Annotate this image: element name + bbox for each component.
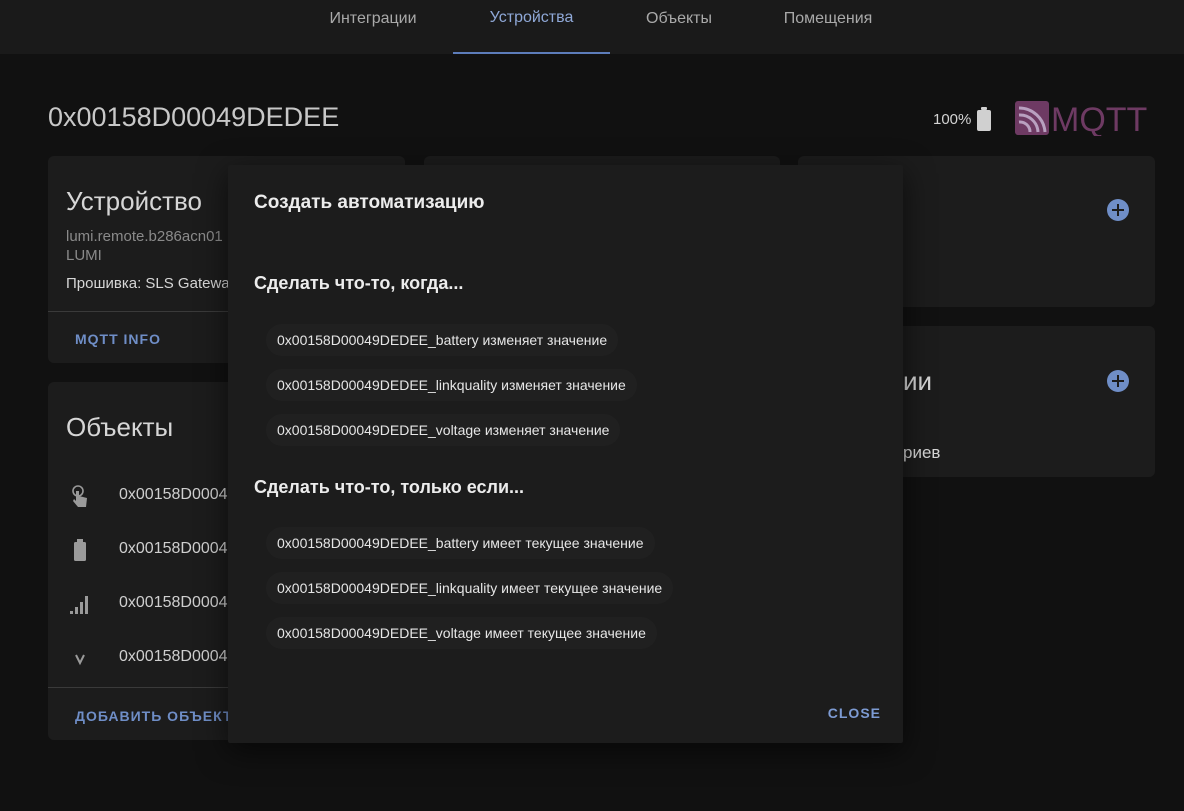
trigger-option-battery[interactable]: 0x00158D00049DEDEE_battery изменяет знач…: [266, 324, 619, 356]
tab-areas[interactable]: Помещения: [766, 0, 890, 54]
dialog-title: Создать автоматизацию: [254, 192, 485, 213]
entity-row-text[interactable]: 0x00158D0004: [119, 648, 228, 666]
trigger-section-title: Сделать что-то, когда...: [254, 273, 464, 293]
trigger-option-linkquality[interactable]: 0x00158D00049DEDEE_linkquality изменяет …: [266, 369, 637, 401]
scripts-card-title: ии: [903, 366, 933, 396]
condition-option-battery[interactable]: 0x00158D00049DEDEE_battery имеет текущее…: [266, 527, 655, 559]
signal-icon: [70, 596, 88, 614]
tab-entities[interactable]: Объекты: [628, 0, 730, 54]
add-entities-button[interactable]: ДОБАВИТЬ ОБЪЕКТЫ: [75, 708, 247, 724]
tab-integrations[interactable]: Интеграции: [312, 0, 434, 54]
active-tab-indicator: [453, 52, 610, 54]
entities-card-title: Объекты: [66, 412, 174, 442]
gesture-tap-icon: [72, 485, 87, 507]
chevron-down-icon: [75, 654, 85, 666]
device-firmware: Прошивка: SLS Gatewa: [66, 275, 230, 292]
entity-row-text[interactable]: 0x00158D0004: [119, 486, 228, 504]
device-card-title: Устройство: [66, 186, 203, 216]
top-tab-bar: Интеграции Устройства Объекты Помещения: [0, 0, 1184, 54]
entity-row-text[interactable]: 0x00158D0004: [119, 594, 228, 612]
scripts-card-text: риев: [903, 443, 941, 462]
trigger-option-voltage[interactable]: 0x00158D00049DEDEE_voltage изменяет знач…: [266, 414, 621, 446]
battery-icon: [74, 539, 86, 561]
battery-full-icon: [977, 107, 991, 131]
condition-section-title: Сделать что-то, только если...: [254, 477, 525, 497]
create-automation-dialog: Создать автоматизацию Сделать что-то, ко…: [228, 165, 903, 743]
mqtt-info-button[interactable]: MQTT INFO: [75, 331, 161, 347]
add-circle-icon[interactable]: [1106, 369, 1130, 393]
condition-option-voltage[interactable]: 0x00158D00049DEDEE_voltage имеет текущее…: [266, 617, 657, 649]
add-circle-icon[interactable]: [1106, 198, 1130, 222]
device-manufacturer: LUMI: [66, 247, 102, 264]
close-button[interactable]: CLOSE: [828, 705, 881, 721]
entity-row-text[interactable]: 0x00158D0004: [119, 540, 228, 558]
page-title: 0x00158D00049DEDEE: [48, 102, 340, 132]
svg-text:MQTT: MQTT: [1051, 101, 1147, 136]
device-model: lumi.remote.b286acn01: [66, 228, 223, 245]
mqtt-logo: MQTT: [1015, 101, 1147, 136]
condition-option-linkquality[interactable]: 0x00158D00049DEDEE_linkquality имеет тек…: [266, 572, 674, 604]
tab-devices[interactable]: Устройства: [453, 0, 610, 54]
battery-level: 100%: [933, 111, 972, 128]
